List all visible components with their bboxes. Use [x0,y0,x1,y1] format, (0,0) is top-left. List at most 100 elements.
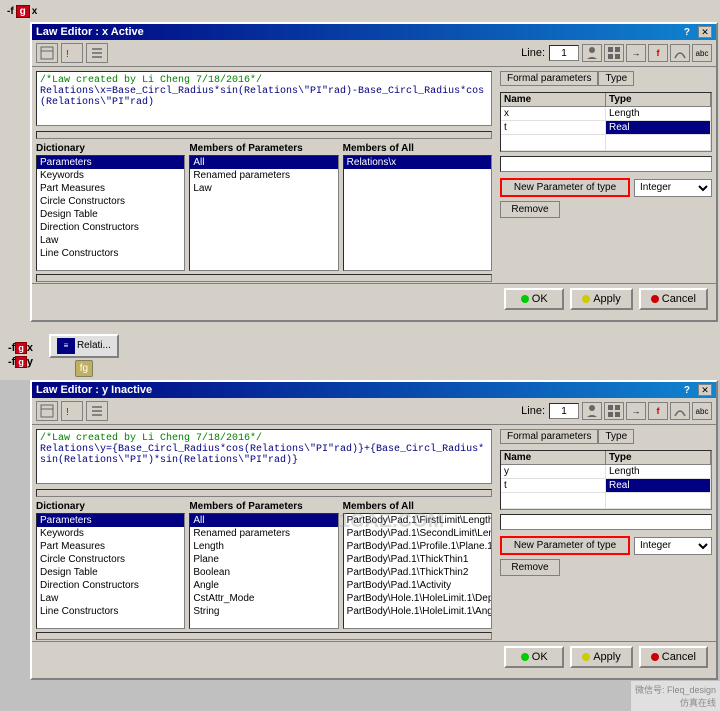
bottom-icon-arrow[interactable]: → [626,402,646,420]
top-ok-btn[interactable]: OK [504,288,564,310]
members-params-length-bottom[interactable]: Length [190,540,337,553]
help-icon-bottom[interactable]: ? [684,385,690,396]
icon-grid[interactable] [604,44,624,62]
bottom-toolbar-btn-1[interactable] [36,401,58,421]
dict-item-circle-bottom[interactable]: Circle Constructors [37,553,184,566]
bottom-members-all-list[interactable]: PartBody\Pad.1\FirstLimit\Length PartBod… [343,513,492,629]
toolbar-btn-2[interactable]: ! [61,43,83,63]
bottom-icon-abc[interactable]: abc [692,402,712,420]
toolbar-btn-3[interactable] [86,43,108,63]
dict-item-law-top[interactable]: Law [37,234,184,247]
bottom-scrollbar[interactable] [36,489,492,497]
bottom-new-param-btn[interactable]: New Parameter of type [500,536,630,555]
dict-item-line-top[interactable]: Line Constructors [37,247,184,260]
dict-item-design-bottom[interactable]: Design Table [37,566,184,579]
top-remove-btn[interactable]: Remove [500,201,560,218]
ok-dot-bottom [521,653,529,661]
bottom-dict-list[interactable]: Parameters Keywords Part Measures Circle… [36,513,185,629]
bottom-hscrollbar[interactable] [36,632,492,640]
top-scrollbar[interactable] [36,131,492,139]
dict-item-part-measures-bottom[interactable]: Part Measures [37,540,184,553]
members-params-angle-bottom[interactable]: Angle [190,579,337,592]
icon-arrow-right[interactable]: → [626,44,646,62]
fg-x-button[interactable]: -f g x [4,4,40,19]
bottom-dict-section: Dictionary Parameters Keywords Part Meas… [32,498,496,631]
members-params-law-top[interactable]: Law [190,182,337,195]
top-new-param-btn[interactable]: New Parameter of type [500,178,630,197]
bottom-cancel-btn[interactable]: Cancel [639,646,708,668]
all-item-8-bottom[interactable]: PartBody\Hole.1\HoleLimit.1\Angle [344,605,491,618]
type-tab-bottom[interactable]: Type [598,429,634,444]
dict-item-parameters-bottom[interactable]: Parameters [37,514,184,527]
bottom-icon-grid[interactable] [604,402,624,420]
top-formula-box[interactable]: /*Law created by Li Cheng 7/18/2016*/ Re… [36,71,492,126]
members-params-renamed-bottom[interactable]: Renamed parameters [190,527,337,540]
close-button-bottom[interactable]: ✕ [698,384,712,396]
all-item-5-bottom[interactable]: PartBody\Pad.1\ThickThin2 [344,566,491,579]
bottom-params-table-header: Name Type [501,451,711,465]
dict-item-keywords-top[interactable]: Keywords [37,169,184,182]
all-item-1-bottom[interactable]: PartBody\Pad.1\FirstLimit\Length [344,514,491,527]
bottom-remove-btn[interactable]: Remove [500,559,560,576]
formal-params-tab-top[interactable]: Formal parameters [500,71,598,86]
members-params-all-bottom[interactable]: All [190,514,337,527]
top-left-section: /*Law created by Li Cheng 7/18/2016*/ Re… [32,67,496,283]
top-dict-list[interactable]: Parameters Keywords Part Measures Circle… [36,155,185,271]
top-action-buttons: OK Apply Cancel [32,283,716,314]
fg-mid-button[interactable]: fg [75,360,93,377]
top-apply-btn[interactable]: Apply [570,288,633,310]
all-item-4-bottom[interactable]: PartBody\Pad.1\ThickThin1 [344,553,491,566]
members-all-label-top: Members of All [343,142,492,155]
members-params-renamed-top[interactable]: Renamed parameters [190,169,337,182]
dict-item-parameters-top[interactable]: Parameters [37,156,184,169]
top-editor-main: /*Law created by Li Cheng 7/18/2016*/ Re… [32,67,716,283]
top-hscrollbar[interactable] [36,274,492,282]
bottom-param-type-select[interactable]: Integer Real Length Boolean [634,537,712,555]
top-members-params-list[interactable]: All Renamed parameters Law [189,155,338,271]
members-params-all-top[interactable]: All [190,156,337,169]
members-params-plane-bottom[interactable]: Plane [190,553,337,566]
dict-item-line-bottom[interactable]: Line Constructors [37,605,184,618]
dict-item-law-bottom[interactable]: Law [37,592,184,605]
members-params-cst-bottom[interactable]: CstAttr_Mode [190,592,337,605]
bottom-icon-f[interactable]: f [648,402,668,420]
bottom-icon-curve[interactable] [670,402,690,420]
top-title: Law Editor : x Active [36,26,144,38]
bottom-members-params-list[interactable]: All Renamed parameters Length Plane Bool… [189,513,338,629]
top-members-all-list[interactable]: Relations\x [343,155,492,271]
dict-item-design-table-top[interactable]: Design Table [37,208,184,221]
icon-person[interactable] [582,44,602,62]
all-item-6-bottom[interactable]: PartBody\Pad.1\Activity [344,579,491,592]
bottom-ok-btn[interactable]: OK [504,646,564,668]
top-cancel-btn[interactable]: Cancel [639,288,708,310]
all-item-2-bottom[interactable]: PartBody\Pad.1\SecondLimit\Length [344,527,491,540]
line-input-top[interactable] [549,45,579,61]
bottom-toolbar-btn-3[interactable] [86,401,108,421]
icon-curve[interactable] [670,44,690,62]
line-input-bottom[interactable] [549,403,579,419]
icon-f[interactable]: f [648,44,668,62]
type-tab-top[interactable]: Type [598,71,634,86]
bottom-formula-box[interactable]: /*Law created by Li Cheng 7/18/2016*/ Re… [36,429,492,484]
dict-item-direction-bottom[interactable]: Direction Constructors [37,579,184,592]
bottom-law-editor: Law Editor : y Inactive ? ✕ ! Line: [30,380,718,680]
help-icon[interactable]: ? [684,27,690,38]
toolbar-btn-1[interactable] [36,43,58,63]
members-params-string-bottom[interactable]: String [190,605,337,618]
members-params-boolean-bottom[interactable]: Boolean [190,566,337,579]
bottom-toolbar-btn-2[interactable]: ! [61,401,83,421]
dict-item-circle-constructors-top[interactable]: Circle Constructors [37,195,184,208]
all-item-7-bottom[interactable]: PartBody\Hole.1\HoleLimit.1\Depth [344,592,491,605]
dict-item-direction-top[interactable]: Direction Constructors [37,221,184,234]
icon-abc[interactable]: abc [692,44,712,62]
bottom-icon-person[interactable] [582,402,602,420]
top-param-type-select[interactable]: Integer Real Length Boolean [634,179,712,197]
relati-button[interactable]: ≡ Relati... [49,334,119,358]
all-item-3-bottom[interactable]: PartBody\Pad.1\Profile.1\Plane.1 [344,540,491,553]
dict-item-part-measures-top[interactable]: Part Measures [37,182,184,195]
close-button-top[interactable]: ✕ [698,26,712,38]
formal-params-tab-bottom[interactable]: Formal parameters [500,429,598,444]
members-all-item-top[interactable]: Relations\x [344,156,491,169]
bottom-apply-btn[interactable]: Apply [570,646,633,668]
dict-item-keywords-bottom[interactable]: Keywords [37,527,184,540]
